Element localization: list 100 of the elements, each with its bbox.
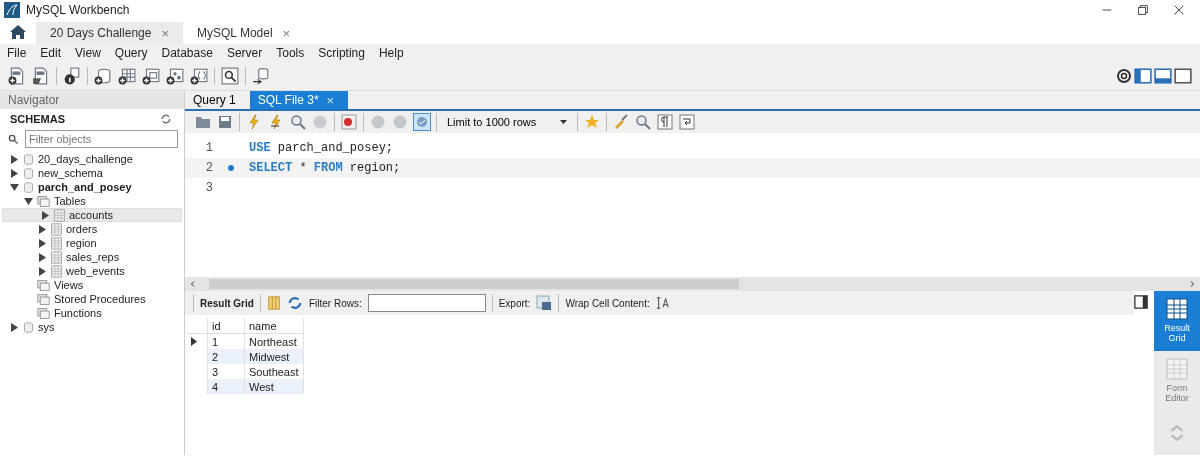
left-panel-toggle-icon[interactable] [1134, 67, 1152, 85]
menu-item[interactable]: Edit [33, 46, 69, 60]
table-icon [53, 208, 66, 222]
refresh-icon[interactable] [160, 113, 172, 125]
menu-item[interactable]: File [0, 46, 34, 60]
wrap-label: Wrap Cell Content: [565, 297, 650, 309]
tree-item[interactable]: Stored Procedures [0, 292, 184, 306]
limit-dropdown[interactable]: Limit to 1000 rows [443, 116, 572, 128]
connection-tab[interactable]: 20 Days Challenge × [36, 22, 183, 44]
folder-icon [36, 278, 51, 292]
error-toggle-icon[interactable] [341, 114, 357, 130]
tree-item[interactable]: orders [0, 222, 184, 236]
menu-item[interactable]: Database [154, 46, 220, 60]
collapsed-arrow-icon[interactable] [38, 224, 47, 234]
section-title: SCHEMAS [10, 113, 65, 125]
search-icon [8, 133, 19, 145]
editor-tab[interactable]: SQL File 3* × [249, 91, 349, 109]
column-header[interactable]: id [207, 318, 245, 334]
home-icon[interactable] [10, 24, 26, 40]
lightning-cursor-icon[interactable] [268, 114, 284, 130]
folder-icon[interactable] [195, 114, 211, 130]
table-icon [50, 250, 63, 264]
menu-item[interactable]: Help [371, 46, 411, 60]
menu-item[interactable]: Tools [269, 46, 312, 60]
menu-item[interactable]: View [68, 46, 108, 60]
code-line: SELECT * FROM region; [249, 161, 401, 175]
export-icon[interactable] [536, 295, 553, 311]
inspector-icon[interactable] [221, 67, 239, 85]
column-header[interactable]: name [244, 318, 304, 334]
close-tab-icon[interactable]: × [161, 25, 169, 41]
save-icon[interactable] [217, 114, 233, 130]
open-sql-file-icon[interactable] [32, 67, 50, 85]
star-icon[interactable] [584, 114, 601, 130]
filter-rows-field[interactable] [367, 294, 486, 312]
tree-item[interactable]: Functions [0, 306, 184, 320]
expanded-arrow-icon[interactable] [24, 196, 33, 206]
add-view-icon[interactable] [142, 67, 160, 85]
wrap-toggle-icon[interactable] [655, 296, 670, 310]
scroll-left-icon[interactable] [189, 279, 197, 289]
wrap-icon[interactable] [679, 114, 696, 130]
add-table-icon[interactable] [118, 67, 136, 85]
pilcrow-icon[interactable] [657, 114, 674, 130]
close-icon[interactable] [1172, 3, 1186, 17]
export-label: Export: [498, 297, 531, 309]
panel-toggle-icon[interactable] [1134, 295, 1148, 309]
tree-item[interactable]: web_events [0, 264, 184, 278]
restore-icon[interactable] [1136, 3, 1150, 17]
refresh-icon[interactable] [286, 296, 303, 310]
search-icon[interactable] [635, 114, 652, 130]
table-cell: West [244, 379, 304, 394]
database-icon [22, 152, 35, 166]
new-sql-file-icon[interactable] [8, 67, 26, 85]
tree-item[interactable]: parch_and_posey [0, 180, 184, 194]
tree-item[interactable]: new_schema [0, 166, 184, 180]
collapsed-arrow-icon[interactable] [10, 154, 19, 164]
tree-item[interactable]: Tables [0, 194, 184, 208]
menu-item[interactable]: Server [219, 46, 270, 60]
table-cell: 4 [207, 379, 245, 394]
dropdown-caret-icon [560, 120, 568, 124]
tree-item[interactable]: sales_reps [0, 250, 184, 264]
collapsed-arrow-icon[interactable] [10, 168, 19, 178]
table-cell: Midwest [244, 349, 304, 364]
tree-item[interactable]: accounts [2, 208, 182, 222]
collapsed-arrow-icon[interactable] [41, 210, 50, 220]
line-number: 1 [204, 141, 213, 155]
database-icon [22, 320, 35, 334]
table-cell: 2 [207, 349, 245, 364]
code-line: USE parch_and_posey; [249, 141, 394, 155]
folder-icon [36, 292, 51, 306]
bottom-panel-toggle-icon[interactable] [1154, 67, 1172, 85]
autocommit-icon[interactable] [414, 114, 430, 130]
tree-item[interactable]: 20_days_challenge [0, 152, 184, 166]
menu-item[interactable]: Query [107, 46, 155, 60]
close-tab-icon[interactable]: × [282, 25, 291, 41]
menu-item[interactable]: Scripting [311, 46, 372, 60]
scroll-right-icon[interactable] [1188, 279, 1196, 289]
grid-icon [1165, 357, 1189, 381]
magnifier-icon[interactable] [290, 114, 306, 130]
migration-icon[interactable] [252, 67, 270, 85]
tree-item[interactable]: sys [0, 320, 184, 334]
tree-item[interactable]: Views [0, 278, 184, 292]
collapsed-arrow-icon[interactable] [10, 322, 19, 332]
settings-icon[interactable] [1116, 68, 1132, 84]
filter-field[interactable]: Filter objects [25, 130, 178, 148]
add-procedure-icon[interactable] [166, 67, 184, 85]
brush-icon[interactable] [613, 114, 630, 130]
collapsed-arrow-icon[interactable] [38, 252, 47, 262]
add-database-icon[interactable] [94, 67, 112, 85]
folder-icon [36, 194, 51, 208]
editor-tab[interactable]: Query 1 [185, 91, 250, 109]
line-number: 2 [204, 161, 213, 175]
add-function-icon[interactable] [190, 67, 208, 85]
collapsed-arrow-icon[interactable] [38, 238, 47, 248]
collapsed-arrow-icon[interactable] [38, 266, 47, 276]
line-number: 3 [204, 181, 213, 195]
side-panel-button[interactable]: Result Grid [1154, 291, 1200, 351]
expanded-arrow-icon[interactable] [10, 182, 19, 192]
info-icon[interactable] [63, 67, 81, 85]
tree-item[interactable]: region [0, 236, 184, 250]
right-panel-toggle-icon[interactable] [1174, 67, 1192, 85]
